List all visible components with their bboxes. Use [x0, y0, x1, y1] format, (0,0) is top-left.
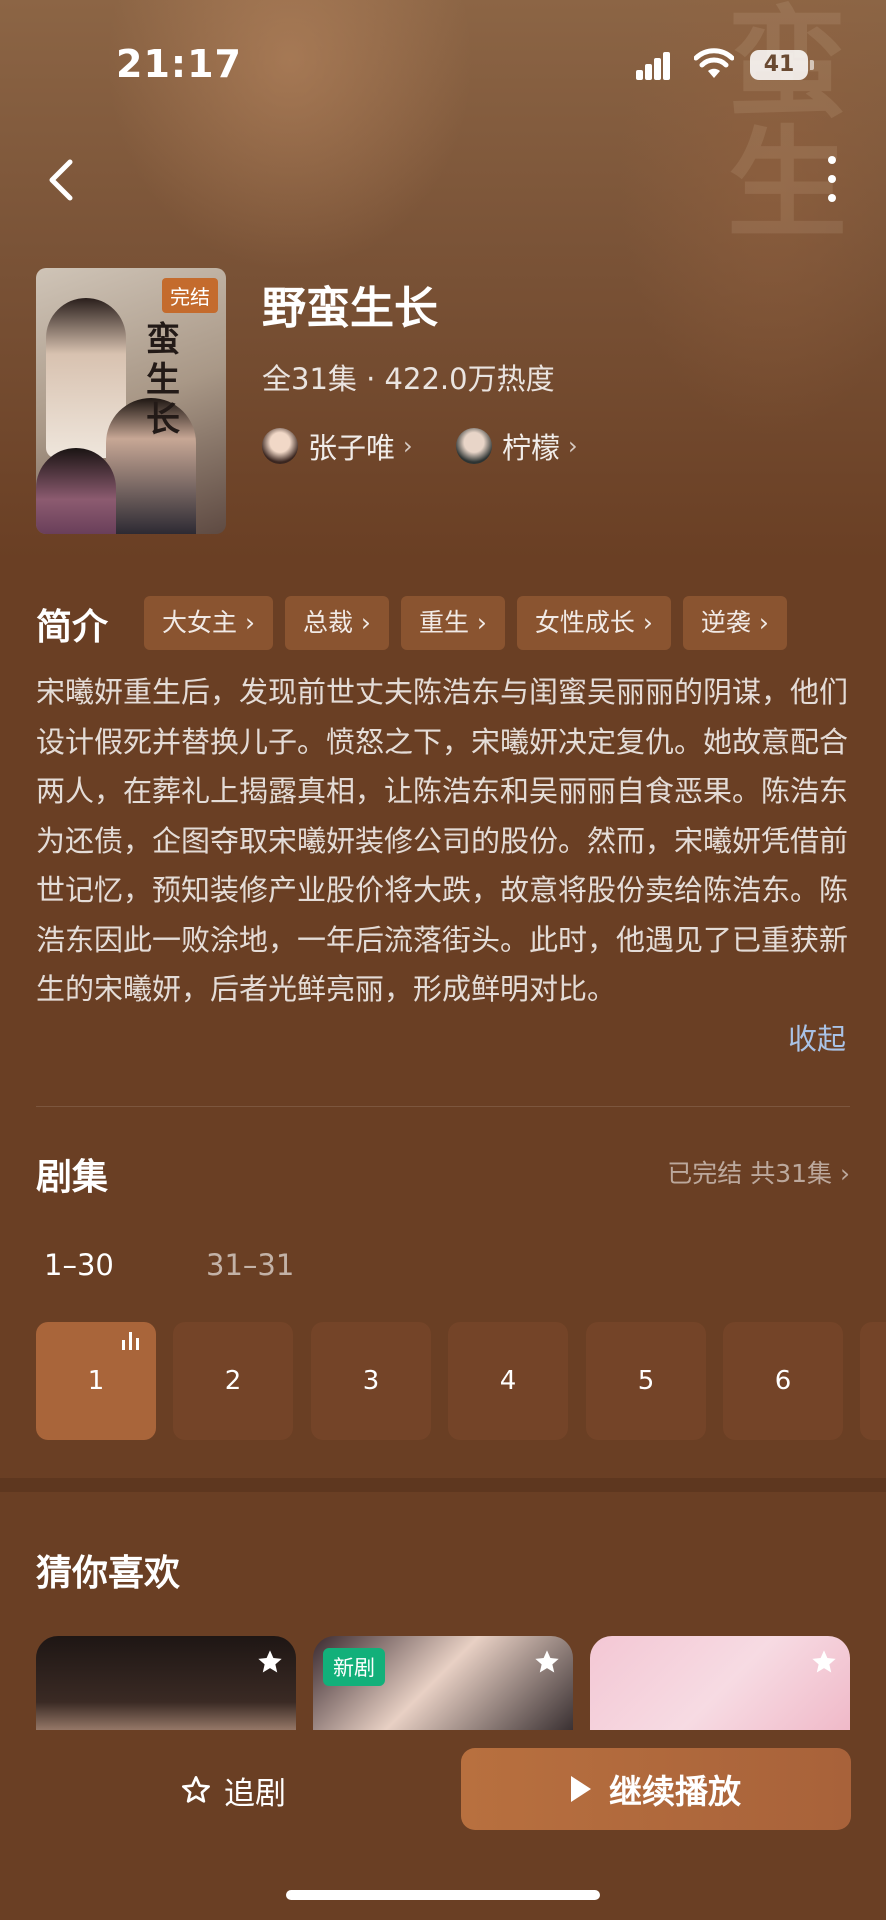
star-icon[interactable]	[256, 1648, 284, 1676]
tag-chip[interactable]: 逆袭 ›	[682, 596, 787, 650]
tab-range-1-30[interactable]: 1–30	[44, 1248, 114, 1282]
cellular-signal-icon	[636, 50, 672, 80]
intro-heading: 简介	[36, 607, 109, 648]
now-playing-icon	[122, 1332, 142, 1350]
follow-button[interactable]: 追剧	[180, 1764, 286, 1816]
continue-play-button[interactable]: 继续播放	[461, 1748, 851, 1830]
home-indicator[interactable]	[286, 1890, 600, 1900]
avatar	[262, 428, 298, 464]
episodes-status-link[interactable]: 已完结 共31集 ›	[667, 1154, 850, 1190]
new-badge: 新剧	[323, 1648, 385, 1686]
follow-label: 追剧	[224, 1775, 286, 1812]
chevron-right-icon: ›	[403, 432, 413, 460]
battery-indicator: 41	[750, 50, 814, 80]
star-outline-icon	[182, 1776, 210, 1803]
play-label: 继续播放	[609, 1772, 741, 1811]
drama-title: 野蛮生长	[262, 283, 438, 334]
status-bar: 21:17 41	[0, 0, 886, 130]
tab-range-31-31[interactable]: 31–31	[206, 1248, 294, 1282]
recommend-card[interactable]: 新剧	[313, 1636, 573, 1730]
cast-member[interactable]: 柠檬 ›	[456, 426, 578, 466]
tag-chip[interactable]: 女性成长 ›	[516, 596, 671, 650]
episodes-heading: 剧集	[36, 1157, 109, 1198]
recommend-card[interactable]	[590, 1636, 850, 1730]
episode-button[interactable]	[860, 1322, 886, 1440]
section-divider	[0, 1478, 886, 1492]
more-options-icon[interactable]	[812, 156, 852, 206]
avatar	[456, 428, 492, 464]
recommend-card[interactable]	[36, 1636, 296, 1730]
completed-badge: 完结	[162, 278, 218, 313]
episode-button[interactable]: 5	[586, 1322, 706, 1440]
episode-button[interactable]: 1	[36, 1322, 156, 1440]
episode-button[interactable]: 6	[723, 1322, 843, 1440]
episode-button[interactable]: 2	[173, 1322, 293, 1440]
drama-meta: 全31集 · 422.0万热度	[262, 362, 555, 396]
play-icon	[571, 1776, 591, 1802]
cast-name: 张子唯	[308, 431, 396, 465]
divider	[36, 1106, 850, 1107]
tag-chip[interactable]: 重生 ›	[400, 596, 505, 650]
wifi-icon	[694, 48, 734, 78]
drama-poster[interactable]: 蛮生长 完结	[36, 268, 226, 534]
chevron-right-icon: ›	[568, 432, 578, 460]
recommend-list: 新剧	[36, 1636, 886, 1730]
intro-text: 宋曦妍重生后，发现前世丈夫陈浩东与闺蜜吴丽丽的阴谋，他们设计假死并替换儿子。愤怒…	[36, 675, 849, 1006]
episode-button[interactable]: 3	[311, 1322, 431, 1440]
poster-title: 蛮生长	[146, 320, 180, 440]
star-icon[interactable]	[533, 1648, 561, 1676]
cast-member[interactable]: 张子唯 ›	[262, 426, 413, 466]
collapse-button[interactable]: 收起	[788, 1016, 846, 1058]
star-icon[interactable]	[810, 1648, 838, 1676]
tag-list: 大女主 › 总裁 › 重生 › 女性成长 › 逆袭 ›	[144, 596, 787, 650]
recommend-heading: 猜你喜欢	[36, 1553, 181, 1594]
tag-chip[interactable]: 大女主 ›	[144, 596, 273, 650]
cast-name: 柠檬	[502, 431, 561, 465]
episode-grid: 1 2 3 4 5 6	[36, 1322, 886, 1442]
status-time: 21:17	[116, 42, 242, 86]
episode-button[interactable]: 4	[448, 1322, 568, 1440]
tag-chip[interactable]: 总裁 ›	[284, 596, 389, 650]
back-icon[interactable]	[36, 150, 86, 210]
